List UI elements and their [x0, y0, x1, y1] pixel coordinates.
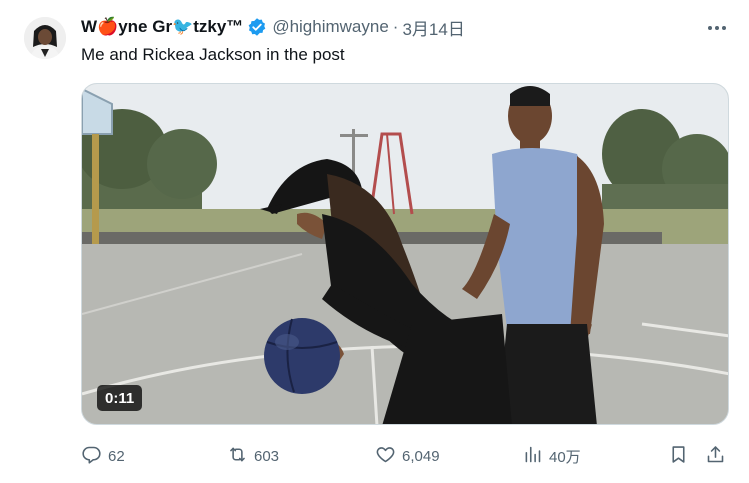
retweet-count: 603: [254, 447, 280, 465]
video-duration: 0:11: [97, 385, 143, 411]
separator-dot: ·: [392, 17, 399, 36]
share-button[interactable]: [705, 442, 726, 470]
like-button[interactable]: 6,049: [375, 442, 440, 470]
tweet-header: W🍎yne Gr🐦tzky™ @highimwayne · 3月14日: [81, 15, 465, 39]
bookmark-icon: [668, 444, 689, 469]
retweet-button[interactable]: 603: [227, 442, 279, 470]
video-thumbnail: [82, 84, 728, 424]
reply-button[interactable]: 62: [81, 442, 125, 470]
views-icon: [522, 444, 543, 469]
video-player[interactable]: 0:11: [81, 83, 729, 425]
tweet-actions: 62 603 6,049 40万: [81, 442, 731, 470]
view-count: 40万: [549, 448, 581, 466]
more-icon[interactable]: [704, 18, 730, 38]
share-icon: [705, 444, 726, 469]
bookmark-button[interactable]: [668, 442, 689, 470]
author-avatar[interactable]: [24, 17, 66, 59]
verified-badge-icon: [247, 17, 267, 37]
reply-count: 62: [108, 447, 125, 465]
timestamp[interactable]: 3月14日: [402, 15, 464, 40]
retweet-icon: [227, 444, 248, 469]
tweet-text: Me and Rickea Jackson in the post: [81, 45, 345, 64]
reply-icon: [81, 444, 102, 469]
author-name[interactable]: W🍎yne Gr🐦tzky™: [81, 17, 243, 37]
author-handle[interactable]: @highimwayne: [272, 17, 388, 37]
heart-icon: [375, 444, 396, 469]
like-count: 6,049: [402, 447, 440, 465]
views-button[interactable]: 40万: [522, 442, 581, 470]
